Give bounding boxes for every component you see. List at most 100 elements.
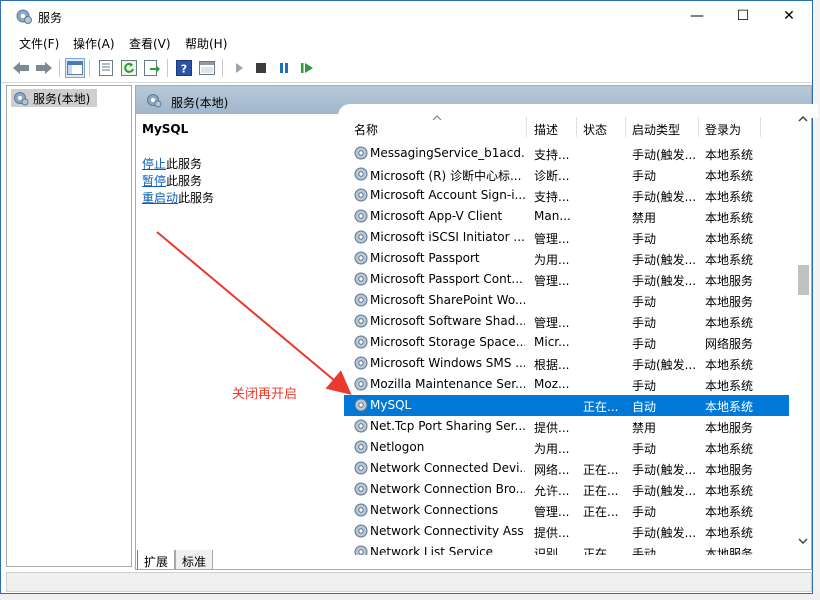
service-gear-icon bbox=[354, 209, 368, 223]
table-row[interactable]: Mozilla Maintenance Ser... Moz... 手动 本地系统 bbox=[344, 374, 789, 395]
table-row[interactable]: Microsoft Storage Space... Micr... 手动 网络服务 bbox=[344, 332, 789, 353]
stop-icon bbox=[256, 63, 266, 73]
help-button[interactable]: ? bbox=[174, 58, 194, 78]
column-divider[interactable] bbox=[576, 117, 577, 137]
startup-type-cell: 手动(触发... bbox=[632, 484, 697, 498]
service-name-cell: MySQL bbox=[370, 398, 412, 412]
action-pause: 暂停此服务 bbox=[142, 173, 332, 190]
table-row[interactable]: Network Connection Bro... 允许... 正在... 手动(触发… bbox=[344, 479, 789, 500]
table-row[interactable]: Network Connections 管理... 正在... 手动 本地系统 bbox=[344, 500, 789, 521]
back-arrow-icon bbox=[13, 62, 29, 74]
refresh-icon bbox=[121, 60, 137, 76]
service-gear-icon bbox=[354, 314, 368, 328]
back-button[interactable] bbox=[11, 58, 31, 78]
startup-type-cell: 手动 bbox=[632, 442, 657, 456]
startup-type-cell: 手动 bbox=[632, 337, 657, 351]
log-on-as-cell: 本地系统 bbox=[705, 169, 754, 183]
pause-service-button[interactable] bbox=[274, 58, 294, 78]
menu-help[interactable]: 帮助(H) bbox=[185, 35, 227, 52]
service-name-cell: Netlogon bbox=[370, 440, 425, 454]
service-name-cell: Microsoft (R) 诊断中心标... bbox=[370, 169, 522, 183]
start-service-button[interactable] bbox=[229, 58, 249, 78]
stop-link[interactable]: 停止 bbox=[142, 157, 166, 171]
column-header-startup-type[interactable]: 启动类型 bbox=[632, 121, 680, 138]
table-row[interactable]: Network Connected Devi... 网络... 正在... 手动(触发… bbox=[344, 458, 789, 479]
column-header-status[interactable]: 状态 bbox=[583, 121, 607, 138]
vertical-scrollbar[interactable] bbox=[795, 112, 811, 548]
service-gear-icon bbox=[354, 419, 368, 433]
menu-view[interactable]: 查看(V) bbox=[129, 35, 171, 52]
table-row-selected[interactable]: MySQL 正在... 自动 本地系统 bbox=[344, 395, 789, 416]
pause-link[interactable]: 暂停 bbox=[142, 174, 166, 188]
table-row[interactable]: Microsoft iSCSI Initiator ... 管理... 手动 本地系统 bbox=[344, 227, 789, 248]
window-title: 服务 bbox=[38, 11, 63, 25]
table-row[interactable]: Microsoft SharePoint Wo... 手动 本地服务 bbox=[344, 290, 789, 311]
description-cell: 根据... bbox=[534, 358, 570, 372]
scroll-up-icon[interactable] bbox=[798, 116, 808, 122]
status-cell: 正在... bbox=[583, 484, 619, 498]
minimize-button[interactable]: — bbox=[674, 1, 720, 31]
log-on-as-cell: 本地服务 bbox=[705, 295, 754, 309]
column-divider[interactable] bbox=[526, 117, 527, 137]
menu-file[interactable]: 文件(F) bbox=[19, 35, 59, 52]
service-gear-icon bbox=[354, 356, 368, 370]
startup-type-cell: 手动 bbox=[632, 547, 657, 555]
log-on-as-cell: 本地系统 bbox=[705, 211, 754, 225]
properties-button[interactable] bbox=[96, 58, 116, 78]
title-bar[interactable]: 服务 — ☐ ✕ bbox=[1, 1, 812, 31]
service-gear-icon bbox=[354, 524, 368, 538]
description-cell: 允许... bbox=[534, 484, 570, 498]
tab-standard[interactable]: 标准 bbox=[175, 550, 214, 570]
startup-type-cell: 手动 bbox=[632, 295, 657, 309]
table-row[interactable]: Net.Tcp Port Sharing Ser... 提供... 禁用 本地服务 bbox=[344, 416, 789, 437]
table-row[interactable]: Microsoft App-V Client Man... 禁用 本地系统 bbox=[344, 206, 789, 227]
toolbar-separator bbox=[222, 59, 223, 77]
export-list-button[interactable] bbox=[142, 58, 162, 78]
log-on-as-cell: 本地系统 bbox=[705, 232, 754, 246]
table-row[interactable]: Microsoft Account Sign-i... 支持... 手动(触发...… bbox=[344, 185, 789, 206]
table-row[interactable]: Microsoft Windows SMS ... 根据... 手动(触发... 本地… bbox=[344, 353, 789, 374]
column-divider[interactable] bbox=[698, 117, 699, 137]
description-cell: 为用... bbox=[534, 253, 570, 267]
forward-button[interactable] bbox=[34, 58, 54, 78]
stop-service-button[interactable] bbox=[251, 58, 271, 78]
table-row[interactable]: Network Connectivity Ass... 提供... 手动(触发...… bbox=[344, 521, 789, 542]
tree-item-services-local[interactable]: 服务(本地) bbox=[11, 89, 97, 107]
service-gear-icon bbox=[354, 398, 368, 412]
console-view-button[interactable] bbox=[197, 58, 217, 78]
service-gear-icon bbox=[354, 377, 368, 391]
close-icon: ✕ bbox=[783, 8, 795, 24]
description-cell: 管理... bbox=[534, 274, 570, 288]
description-cell: 为用... bbox=[534, 442, 570, 456]
action-restart: 重启动此服务 bbox=[142, 190, 332, 207]
table-row[interactable]: MessagingService_b1acd... 支持... 手动(触发... 本地… bbox=[344, 143, 789, 164]
column-header-log-on-as[interactable]: 登录为 bbox=[705, 121, 741, 138]
restart-service-button[interactable] bbox=[297, 58, 317, 78]
log-on-as-cell: 本地系统 bbox=[705, 190, 754, 204]
background-window-edge-right bbox=[812, 0, 820, 600]
refresh-button[interactable] bbox=[119, 58, 139, 78]
tab-extended[interactable]: 扩展 bbox=[137, 550, 176, 570]
restart-link[interactable]: 重启动 bbox=[142, 191, 178, 205]
show-hide-console-tree-button[interactable] bbox=[65, 58, 85, 78]
table-row[interactable]: Netlogon 为用... 手动 本地系统 bbox=[344, 437, 789, 458]
sort-ascending-icon bbox=[432, 115, 442, 121]
column-divider[interactable] bbox=[760, 117, 761, 137]
table-row[interactable]: Microsoft (R) 诊断中心标... 诊断... 手动 本地系统 bbox=[344, 164, 789, 185]
column-header-name[interactable]: 名称 bbox=[354, 121, 378, 138]
service-detail-panel: MySQL 停止此服务 暂停此服务 重启动此服务 bbox=[142, 122, 332, 207]
scroll-down-icon[interactable] bbox=[798, 538, 808, 544]
log-on-as-cell: 本地服务 bbox=[705, 274, 754, 288]
forward-arrow-icon bbox=[36, 62, 52, 74]
service-name-cell: Microsoft Windows SMS ... bbox=[370, 356, 525, 370]
column-divider[interactable] bbox=[625, 117, 626, 137]
menu-action[interactable]: 操作(A) bbox=[73, 35, 115, 52]
close-button[interactable]: ✕ bbox=[766, 1, 812, 31]
column-header-description[interactable]: 描述 bbox=[534, 121, 558, 138]
table-row[interactable]: Microsoft Software Shad... 管理... 手动 本地系统 bbox=[344, 311, 789, 332]
table-row[interactable]: Microsoft Passport 为用... 手动(触发... 本地系统 bbox=[344, 248, 789, 269]
maximize-button[interactable]: ☐ bbox=[720, 1, 766, 31]
scrollbar-thumb[interactable] bbox=[798, 265, 809, 295]
log-on-as-cell: 本地服务 bbox=[705, 547, 754, 555]
table-row[interactable]: Microsoft Passport Cont... 管理... 手动(触发... 本… bbox=[344, 269, 789, 290]
